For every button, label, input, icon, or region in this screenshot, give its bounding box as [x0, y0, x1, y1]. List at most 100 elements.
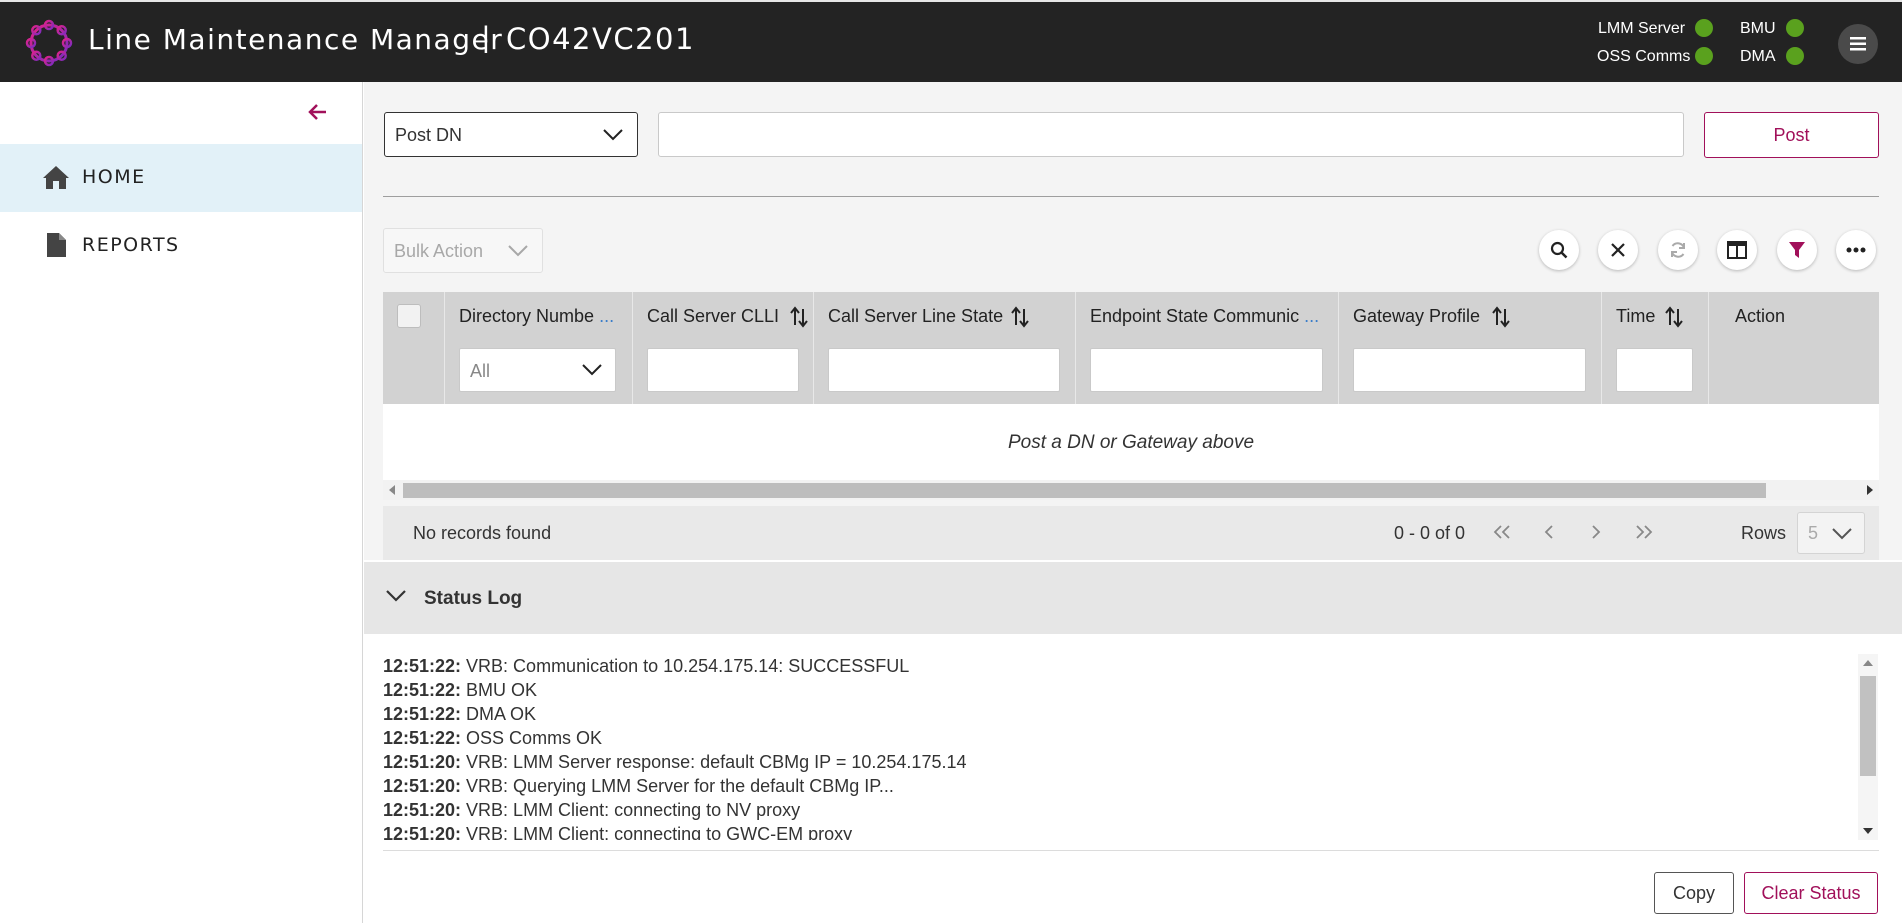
sidebar-item-home[interactable]: HOME — [0, 144, 362, 212]
status-oss-comms-indicator — [1695, 47, 1713, 65]
menu-button[interactable] — [1838, 24, 1878, 64]
log-time: 12:51:22: — [383, 704, 462, 724]
refresh-button[interactable] — [1658, 230, 1698, 270]
log-time: 12:51:20: — [383, 824, 462, 840]
column-directory-number-text: Directory Numbe — [459, 306, 595, 326]
previous-page-button[interactable] — [1536, 520, 1562, 546]
log-line: 12:51:22: OSS Comms OK — [383, 726, 1859, 750]
sort-icon[interactable] — [789, 305, 809, 329]
status-dma-indicator — [1786, 47, 1804, 65]
pagination-range: 0 - 0 of 0 — [1394, 523, 1466, 543]
clear-filters-button[interactable] — [1598, 230, 1638, 270]
first-page-button[interactable] — [1489, 520, 1515, 546]
log-time: 12:51:20: — [383, 776, 462, 796]
clear-status-button[interactable]: Clear Status — [1744, 872, 1878, 914]
ellipsis: ... — [599, 306, 615, 326]
app-title: Line Maintenance Manager — [88, 23, 504, 56]
chevron-down-icon — [582, 364, 602, 376]
column-directory-number[interactable]: Directory Numbe ... All — [445, 292, 633, 404]
sidebar-item-home-label: HOME — [82, 166, 146, 188]
search-button[interactable] — [1539, 230, 1579, 270]
filter-button[interactable] — [1777, 230, 1817, 270]
scroll-right-icon[interactable] — [1866, 485, 1874, 495]
log-time: 12:51:22: — [383, 728, 462, 748]
bulk-action-select[interactable]: Bulk Action — [383, 228, 543, 273]
log-time: 12:51:20: — [383, 800, 462, 820]
copy-button[interactable]: Copy — [1654, 872, 1734, 914]
collapse-sidebar-arrow-icon[interactable] — [306, 100, 330, 124]
time-filter[interactable] — [1616, 348, 1693, 392]
home-icon — [43, 166, 69, 189]
sort-icon[interactable] — [1491, 305, 1511, 329]
scroll-down-icon[interactable] — [1863, 827, 1873, 835]
post-type-value: Post DN — [395, 125, 463, 145]
log-message: BMU OK — [461, 680, 538, 700]
column-endpoint-state-text: Endpoint State Communic — [1090, 306, 1300, 326]
gateway-profile-filter[interactable] — [1353, 348, 1586, 392]
refresh-icon — [1671, 242, 1685, 258]
column-gateway-profile[interactable]: Gateway Profile — [1339, 292, 1602, 404]
column-call-server-clli[interactable]: Call Server CLLI — [633, 292, 814, 404]
post-type-select[interactable]: Post DN — [384, 112, 638, 157]
log-line: 12:51:20: VRB: LMM Client: connecting to… — [383, 798, 1859, 822]
title-separator: | — [482, 21, 490, 54]
filter-icon — [1789, 242, 1805, 258]
chevron-down-icon — [1832, 528, 1852, 540]
column-endpoint-state[interactable]: Endpoint State Communic ... — [1076, 292, 1339, 404]
post-value-input[interactable] — [658, 112, 1684, 157]
select-all-column — [383, 292, 445, 404]
log-line: 12:51:20: VRB: LMM Client: connecting to… — [383, 822, 1859, 840]
log-time: 12:51:20: — [383, 752, 462, 772]
status-lmm-server-indicator — [1695, 19, 1713, 37]
scroll-up-icon[interactable] — [1863, 659, 1873, 667]
horizontal-scrollbar[interactable] — [383, 480, 1879, 500]
status-log-header[interactable]: Status Log — [364, 562, 1902, 634]
table-header: Directory Numbe ... All Call Server CLLI… — [383, 292, 1879, 404]
chevron-down-icon — [508, 245, 528, 257]
host-name: CO42VC201 — [506, 22, 695, 56]
status-log-content: 12:51:22: VRB: Communication to 10.254.1… — [383, 654, 1859, 840]
column-time-label: Time — [1616, 306, 1656, 326]
log-line: 12:51:22: DMA OK — [383, 702, 1859, 726]
log-line: 12:51:22: VRB: Communication to 10.254.1… — [383, 654, 1859, 678]
chevron-down-icon — [386, 590, 406, 602]
status-log-scrollbar-thumb[interactable] — [1860, 676, 1876, 776]
column-action-label: Action — [1735, 306, 1786, 326]
columns-icon — [1727, 241, 1747, 259]
endpoint-state-filter[interactable] — [1090, 348, 1323, 392]
double-chevron-left-icon — [1493, 525, 1510, 539]
horizontal-scrollbar-thumb[interactable] — [403, 483, 1766, 498]
select-all-checkbox[interactable] — [397, 304, 421, 328]
columns-button[interactable] — [1717, 230, 1757, 270]
status-oss-comms-label: OSS Comms — [1597, 48, 1691, 65]
sidebar: HOME REPORTS — [0, 82, 363, 923]
log-line: 12:51:20: VRB: LMM Server response: defa… — [383, 750, 1859, 774]
log-time: 12:51:22: — [383, 656, 462, 676]
log-message: OSS Comms OK — [461, 728, 603, 748]
scroll-left-icon[interactable] — [388, 485, 396, 495]
log-message: VRB: LMM Server response: default CBMg I… — [461, 752, 967, 772]
status-log-scrollbar[interactable] — [1858, 654, 1878, 840]
log-message: VRB: Communication to 10.254.175.14: SUC… — [461, 656, 910, 676]
sidebar-item-reports[interactable]: REPORTS — [0, 212, 362, 280]
directory-number-filter-select[interactable]: All — [459, 348, 616, 392]
chevron-left-icon — [1544, 525, 1553, 539]
log-message: DMA OK — [461, 704, 537, 724]
post-button[interactable]: Post — [1704, 112, 1879, 158]
rows-per-page-select[interactable]: 5 — [1797, 512, 1865, 554]
ellipsis: ... — [1304, 306, 1320, 326]
call-server-line-state-filter[interactable] — [828, 348, 1060, 392]
sort-icon[interactable] — [1010, 305, 1030, 329]
column-time[interactable]: Time — [1602, 292, 1709, 404]
call-server-clli-filter[interactable] — [647, 348, 799, 392]
more-options-button[interactable] — [1836, 230, 1876, 270]
app-logo-icon — [25, 19, 73, 67]
last-page-button[interactable] — [1631, 520, 1657, 546]
next-page-button[interactable] — [1583, 520, 1609, 546]
divider — [383, 196, 1879, 197]
table-body: Post a DN or Gateway above — [383, 404, 1879, 480]
column-call-server-line-state[interactable]: Call Server Line State — [814, 292, 1076, 404]
more-horizontal-icon — [1846, 247, 1866, 253]
sort-icon[interactable] — [1664, 305, 1684, 329]
rows-per-page-value: 5 — [1808, 523, 1819, 543]
